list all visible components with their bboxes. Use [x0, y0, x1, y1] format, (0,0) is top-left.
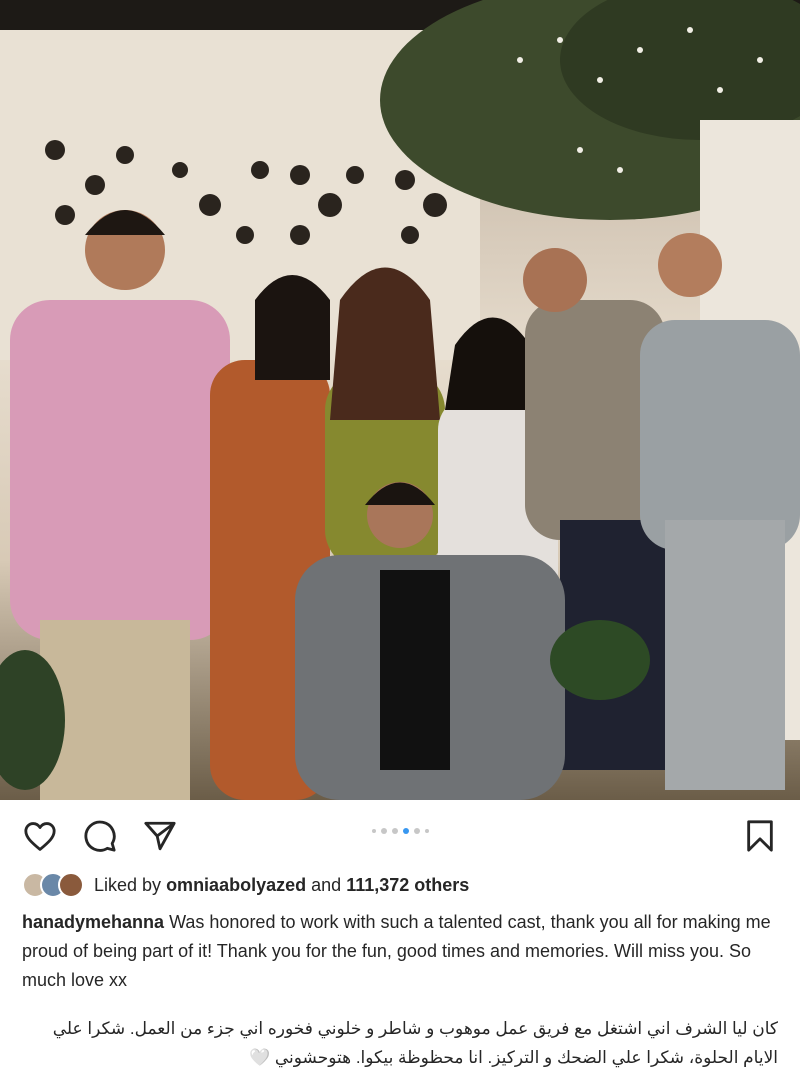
- heart-icon[interactable]: [20, 816, 60, 856]
- likes-prefix: Liked by: [94, 874, 162, 895]
- caption-arabic-text: كان ليا الشرف اني اشتغل مع فريق عمل موهو…: [52, 1019, 778, 1067]
- carousel-dot: [424, 829, 429, 833]
- liker-avatars[interactable]: [22, 872, 84, 898]
- carousel-dot-active: [402, 828, 409, 834]
- likes-connector: and: [311, 874, 342, 895]
- carousel-dot: [413, 828, 420, 834]
- comment-icon[interactable]: [80, 816, 120, 856]
- post-photo[interactable]: [0, 0, 800, 800]
- carousel-indicator: [0, 828, 800, 834]
- liker-username[interactable]: omniaabolyazed: [166, 875, 306, 896]
- likes-count[interactable]: 111,372 others: [346, 875, 469, 896]
- send-icon[interactable]: [140, 816, 180, 856]
- post-caption: hanadymehanna Was honored to work with s…: [22, 908, 782, 995]
- carousel-dot: [380, 828, 387, 834]
- post-action-bar: [0, 800, 800, 872]
- carousel-dot: [391, 828, 398, 834]
- caption-username[interactable]: hanadymehanna: [22, 912, 164, 932]
- carousel-dot: [371, 829, 376, 833]
- group-photo-illustration: [0, 0, 800, 800]
- avatar[interactable]: [58, 872, 84, 898]
- likes-row: Liked by omniaabolyazed and 111,372 othe…: [22, 870, 469, 900]
- bookmark-icon[interactable]: [740, 816, 780, 856]
